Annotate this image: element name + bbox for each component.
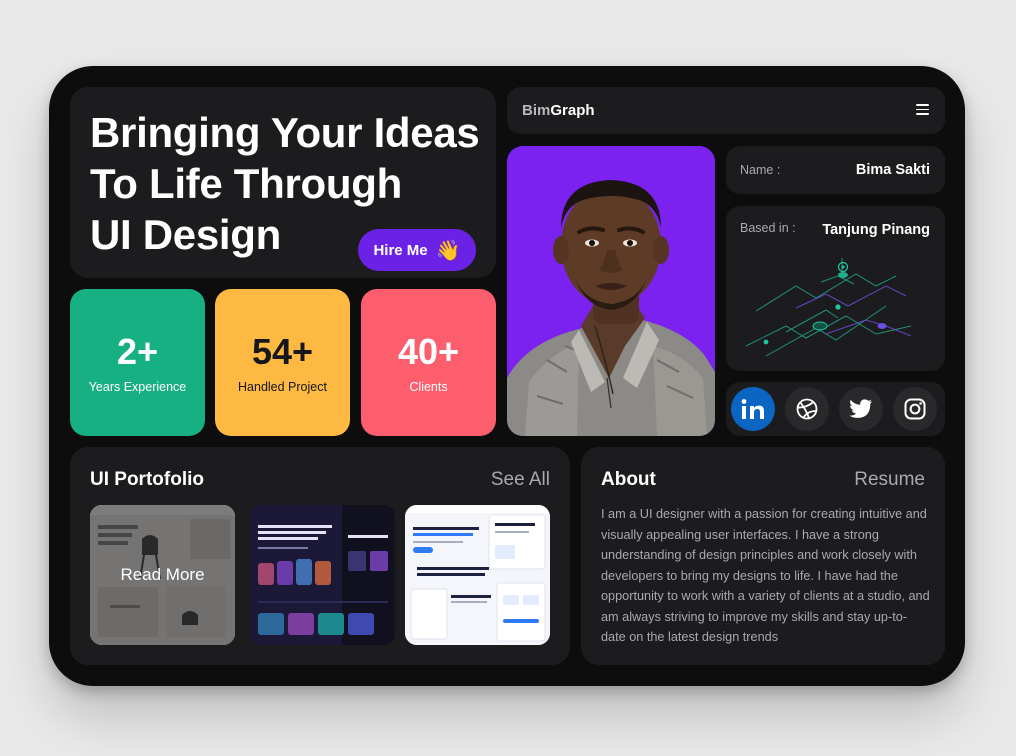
about-card: About Resume I am a UI designer with a p…: [581, 447, 945, 665]
hero-card: Bringing Your Ideas To Life Through UI D…: [70, 87, 496, 278]
social-card: [726, 382, 945, 436]
waving-hand-icon: 👋: [435, 238, 461, 262]
see-all-link[interactable]: See All: [491, 469, 550, 491]
stat-years-experience: 2+ Years Experience: [70, 289, 205, 436]
portfolio-thumb-nft[interactable]: [250, 505, 395, 645]
location-card: Based in : Tanjung Pinang: [726, 206, 945, 371]
portfolio-thumb-auto-comments[interactable]: [405, 505, 550, 645]
linkedin-icon: [741, 399, 764, 419]
twitter-button[interactable]: [839, 387, 883, 431]
portfolio-thumb-furniture[interactable]: Read More: [90, 505, 235, 645]
stat-label: Handled Project: [238, 379, 327, 394]
read-more-overlay: Read More: [90, 505, 235, 645]
brand-logo-part: Bim: [522, 102, 551, 119]
linkedin-button[interactable]: [731, 387, 775, 431]
hero-title-line: Bringing Your Ideas: [90, 109, 480, 156]
stat-value: 2+: [116, 330, 159, 372]
brand-logo-part: Graph: [550, 102, 595, 119]
portrait-illustration: [507, 146, 715, 436]
instagram-button[interactable]: [893, 387, 937, 431]
dribbble-icon: [796, 398, 818, 420]
hamburger-menu-icon[interactable]: [916, 104, 929, 115]
hire-me-button[interactable]: Hire Me 👋: [358, 229, 476, 271]
name-value: Bima Sakti: [855, 162, 930, 178]
about-title: About: [601, 469, 656, 490]
stat-label: Clients: [409, 379, 448, 394]
read-more-link[interactable]: Read More: [120, 565, 204, 585]
stat-value: 54+: [251, 330, 314, 372]
hero-title-line: To Life Through: [90, 160, 402, 207]
stat-value: 40+: [397, 330, 460, 372]
top-bar: BimGraph: [507, 87, 945, 134]
auto-comments-preview: [405, 505, 550, 645]
name-card: Name : Bima Sakti: [726, 146, 945, 194]
about-text: I am a UI designer with a passion for cr…: [601, 507, 930, 644]
nft-marketplace-preview: [250, 505, 395, 645]
profile-photo: [507, 146, 715, 436]
twitter-icon: [849, 399, 872, 418]
stat-clients: 40+ Clients: [361, 289, 496, 436]
stat-label: Years Experience: [88, 379, 187, 394]
dribbble-button[interactable]: [785, 387, 829, 431]
location-map: [745, 258, 912, 357]
brand-logo[interactable]: BimGraph: [522, 102, 595, 119]
instagram-icon: [904, 398, 926, 420]
resume-link[interactable]: Resume: [854, 469, 925, 491]
stat-handled-project: 54+ Handled Project: [215, 289, 350, 436]
portfolio-title: UI Portofolio: [90, 469, 204, 490]
location-label: Based in :: [740, 221, 796, 235]
hire-me-label: Hire Me: [373, 241, 428, 259]
name-label: Name :: [740, 163, 781, 177]
